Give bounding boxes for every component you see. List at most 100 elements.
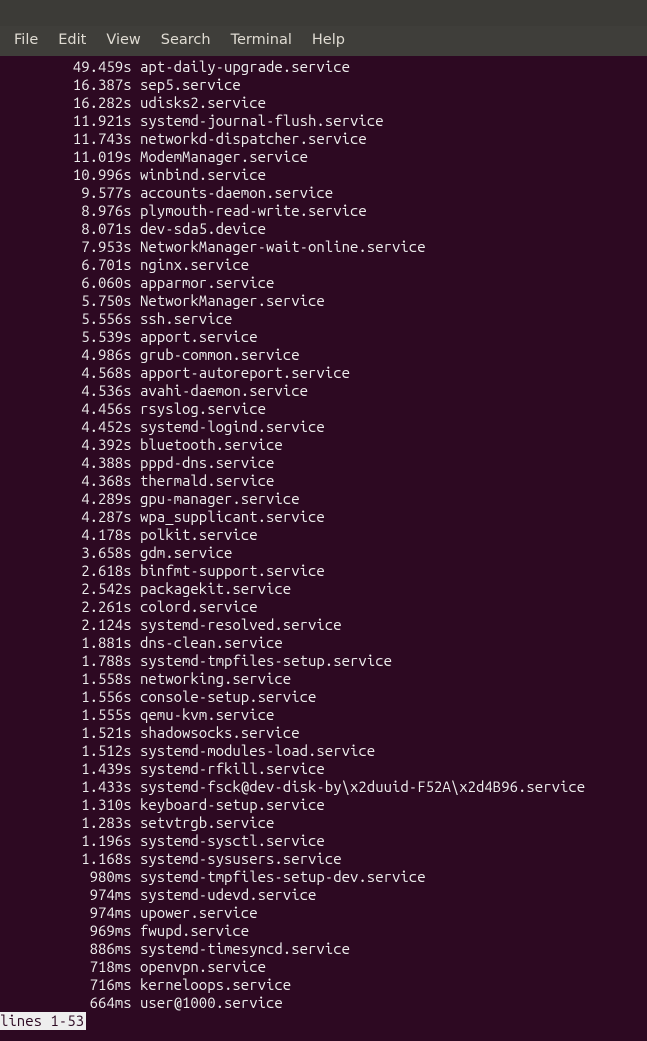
service-time: 3.658s xyxy=(0,544,140,562)
service-time: 4.568s xyxy=(0,364,140,382)
service-time: 980ms xyxy=(0,868,140,886)
service-name: grub-common.service xyxy=(140,346,300,363)
service-row: 4.536savahi-daemon.service xyxy=(0,382,647,400)
service-time: 8.071s xyxy=(0,220,140,238)
service-row: 980mssystemd-tmpfiles-setup-dev.service xyxy=(0,868,647,886)
service-row: 886mssystemd-timesyncd.service xyxy=(0,940,647,958)
service-time: 1.283s xyxy=(0,814,140,832)
menu-search[interactable]: Search xyxy=(151,28,221,52)
service-time: 4.289s xyxy=(0,490,140,508)
service-name: systemd-rfkill.service xyxy=(140,760,325,777)
service-name: apport.service xyxy=(140,328,258,345)
service-time: 11.019s xyxy=(0,148,140,166)
service-time: 1.788s xyxy=(0,652,140,670)
service-name: wpa_supplicant.service xyxy=(140,508,325,525)
service-time: 2.261s xyxy=(0,598,140,616)
service-name: upower.service xyxy=(140,904,258,921)
service-name: systemd-resolved.service xyxy=(140,616,342,633)
service-time: 4.536s xyxy=(0,382,140,400)
terminal-output[interactable]: 49.459sapt-daily-upgrade.service16.387ss… xyxy=(0,56,647,1030)
service-name: console-setup.service xyxy=(140,688,316,705)
service-row: 4.568sapport-autoreport.service xyxy=(0,364,647,382)
service-time: 974ms xyxy=(0,904,140,922)
service-time: 11.921s xyxy=(0,112,140,130)
service-time: 4.178s xyxy=(0,526,140,544)
service-row: 7.953sNetworkManager-wait-online.service xyxy=(0,238,647,256)
service-row: 2.124ssystemd-resolved.service xyxy=(0,616,647,634)
service-time: 1.196s xyxy=(0,832,140,850)
service-name: rsyslog.service xyxy=(140,400,266,417)
service-row: 718msopenvpn.service xyxy=(0,958,647,976)
service-row: 1.558snetworking.service xyxy=(0,670,647,688)
service-row: 1.310skeyboard-setup.service xyxy=(0,796,647,814)
service-name: accounts-daemon.service xyxy=(140,184,333,201)
service-row: 4.388spppd-dns.service xyxy=(0,454,647,472)
service-name: systemd-udevd.service xyxy=(140,886,316,903)
service-time: 6.701s xyxy=(0,256,140,274)
service-row: 1.433ssystemd-fsck@dev-disk-by\x2duuid-F… xyxy=(0,778,647,796)
service-time: 4.287s xyxy=(0,508,140,526)
menu-help[interactable]: Help xyxy=(302,28,355,52)
service-name: networking.service xyxy=(140,670,291,687)
service-row: 8.976splymouth-read-write.service xyxy=(0,202,647,220)
service-row: 1.555sqemu-kvm.service xyxy=(0,706,647,724)
service-name: systemd-tmpfiles-setup.service xyxy=(140,652,392,669)
service-name: avahi-daemon.service xyxy=(140,382,308,399)
service-row: 1.512ssystemd-modules-load.service xyxy=(0,742,647,760)
service-row: 6.701snginx.service xyxy=(0,256,647,274)
service-time: 4.368s xyxy=(0,472,140,490)
service-name: bluetooth.service xyxy=(140,436,283,453)
menu-file[interactable]: File xyxy=(4,28,48,52)
service-row: 8.071sdev-sda5.device xyxy=(0,220,647,238)
service-row: 4.289sgpu-manager.service xyxy=(0,490,647,508)
service-name: systemd-tmpfiles-setup-dev.service xyxy=(140,868,426,885)
service-name: systemd-timesyncd.service xyxy=(140,940,350,957)
service-row: 1.439ssystemd-rfkill.service xyxy=(0,760,647,778)
service-time: 716ms xyxy=(0,976,140,994)
service-time: 10.996s xyxy=(0,166,140,184)
service-name: shadowsocks.service xyxy=(140,724,300,741)
service-name: qemu-kvm.service xyxy=(140,706,274,723)
service-row: 1.283ssetvtrgb.service xyxy=(0,814,647,832)
menu-edit[interactable]: Edit xyxy=(48,28,96,52)
service-name: dns-clean.service xyxy=(140,634,283,651)
service-time: 1.881s xyxy=(0,634,140,652)
service-name: systemd-journal-flush.service xyxy=(140,112,384,129)
service-row: 16.282sudisks2.service xyxy=(0,94,647,112)
service-time: 8.976s xyxy=(0,202,140,220)
service-name: packagekit.service xyxy=(140,580,291,597)
service-name: binfmt-support.service xyxy=(140,562,325,579)
service-name: apt-daily-upgrade.service xyxy=(140,58,350,75)
service-name: keyboard-setup.service xyxy=(140,796,325,813)
service-name: fwupd.service xyxy=(140,922,249,939)
service-name: apport-autoreport.service xyxy=(140,364,350,381)
service-time: 1.556s xyxy=(0,688,140,706)
menu-terminal[interactable]: Terminal xyxy=(221,28,302,52)
service-row: 1.196ssystemd-sysctl.service xyxy=(0,832,647,850)
service-time: 5.750s xyxy=(0,292,140,310)
service-name: systemd-modules-load.service xyxy=(140,742,375,759)
service-name: winbind.service xyxy=(140,166,266,183)
service-name: pppd-dns.service xyxy=(140,454,274,471)
service-row: 4.452ssystemd-logind.service xyxy=(0,418,647,436)
service-row: 16.387ssep5.service xyxy=(0,76,647,94)
menu-view[interactable]: View xyxy=(96,28,150,52)
service-time: 4.452s xyxy=(0,418,140,436)
service-name: sep5.service xyxy=(140,76,241,93)
menubar: File Edit View Search Terminal Help xyxy=(0,26,647,56)
service-time: 2.124s xyxy=(0,616,140,634)
service-time: 4.388s xyxy=(0,454,140,472)
service-time: 4.392s xyxy=(0,436,140,454)
service-name: systemd-logind.service xyxy=(140,418,325,435)
service-row: 1.556sconsole-setup.service xyxy=(0,688,647,706)
service-name: polkit.service xyxy=(140,526,258,543)
service-row: 9.577saccounts-daemon.service xyxy=(0,184,647,202)
service-row: 6.060sapparmor.service xyxy=(0,274,647,292)
service-name: colord.service xyxy=(140,598,258,615)
service-name: ModemManager.service xyxy=(140,148,308,165)
service-name: gpu-manager.service xyxy=(140,490,300,507)
service-row: 11.019sModemManager.service xyxy=(0,148,647,166)
service-name: networkd-dispatcher.service xyxy=(140,130,367,147)
service-row: 2.542spackagekit.service xyxy=(0,580,647,598)
window-titlebar xyxy=(0,0,647,26)
